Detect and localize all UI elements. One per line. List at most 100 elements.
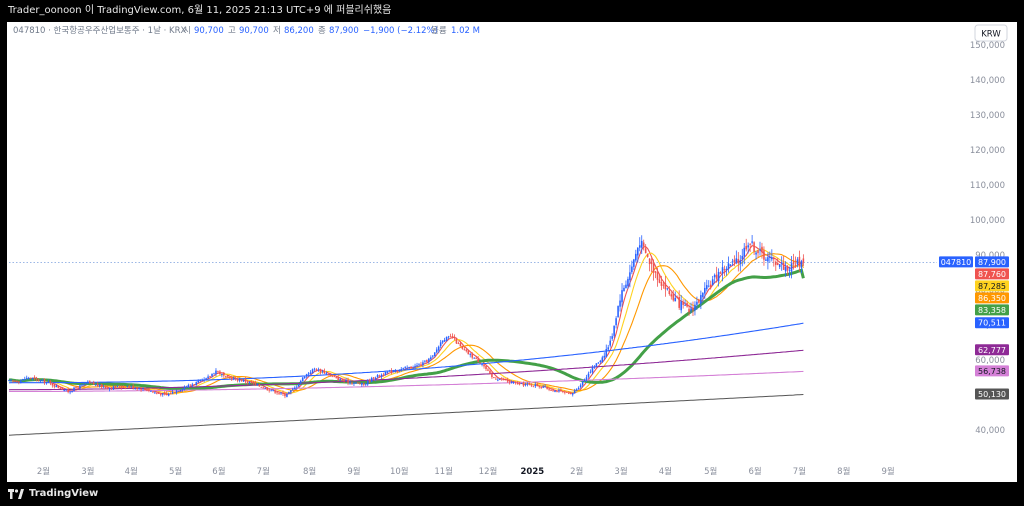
candle-body xyxy=(715,274,718,279)
candle-body xyxy=(601,357,604,363)
candle-body xyxy=(171,392,174,394)
candle-body xyxy=(627,278,629,287)
candle-body xyxy=(447,336,450,338)
candle-body xyxy=(733,259,736,262)
x-tick-label: 6월 xyxy=(748,466,761,477)
candle-body xyxy=(23,379,26,380)
candle-body xyxy=(297,384,300,387)
candle-body xyxy=(353,382,355,384)
candle-body xyxy=(676,297,679,299)
candle-body xyxy=(491,373,493,378)
candle-body xyxy=(140,389,142,390)
candle-body xyxy=(566,392,568,393)
candle-body xyxy=(782,263,785,270)
candle-body xyxy=(154,392,156,394)
price-label: 87,900 xyxy=(978,258,1006,267)
chart-panel[interactable]: 40,00050,00060,00070,00080,00090,000100,… xyxy=(7,22,1017,482)
candle-body xyxy=(759,249,761,251)
candle-body xyxy=(223,373,225,376)
candle-body xyxy=(745,245,748,250)
candle-body xyxy=(449,336,452,338)
candle-body xyxy=(278,392,280,394)
candle-body xyxy=(658,279,661,283)
candle-body xyxy=(276,392,278,394)
candle-body xyxy=(163,392,166,394)
candle-body xyxy=(400,369,403,370)
candle-body xyxy=(552,390,554,392)
candle-body xyxy=(731,261,734,263)
candle-body xyxy=(609,340,611,346)
candle-body xyxy=(370,377,373,382)
publish-text: Trader_oonoon 이 TradingView.com, 6월 11, … xyxy=(8,5,392,16)
candle-body xyxy=(364,383,367,385)
candle-body xyxy=(593,366,596,368)
candle-body xyxy=(238,379,241,381)
candle-body xyxy=(725,268,728,270)
candle-body xyxy=(161,393,164,395)
candle-body xyxy=(396,370,399,372)
y-tick-label: 120,000 xyxy=(970,146,1005,156)
candle-body xyxy=(698,299,700,303)
ma-5-line xyxy=(8,244,804,395)
candle-body xyxy=(524,384,527,386)
symbol-label: 047810 xyxy=(941,258,972,267)
candle-body xyxy=(177,390,180,392)
candle-body xyxy=(79,385,81,389)
candle-body xyxy=(569,393,572,395)
candle-body xyxy=(540,387,543,388)
x-tick-label: 3월 xyxy=(614,466,627,477)
candle-body xyxy=(335,377,338,379)
candle-body xyxy=(225,376,227,377)
candle-body xyxy=(461,345,464,349)
candle-body xyxy=(737,259,740,264)
candle-body xyxy=(568,393,570,395)
x-tick-label: 5월 xyxy=(704,466,717,477)
candle-body xyxy=(483,364,485,367)
tradingview-logo[interactable]: TradingView xyxy=(8,482,98,506)
candle-body xyxy=(290,390,292,393)
currency-button[interactable]: KRW xyxy=(974,24,1008,42)
candle-body xyxy=(497,379,499,381)
candle-body xyxy=(219,371,221,375)
candle-body xyxy=(303,376,306,379)
x-tick-label: 10월 xyxy=(390,466,409,477)
legend-change: −1,900 (−2.12%) xyxy=(363,26,438,36)
candle-body xyxy=(571,393,574,395)
candle-body xyxy=(83,383,85,385)
candle-body xyxy=(331,375,334,377)
candle-body xyxy=(77,387,79,389)
candle-body xyxy=(260,386,263,388)
candle-body xyxy=(37,379,40,381)
candle-body xyxy=(660,282,663,286)
candle-body xyxy=(368,380,371,382)
candle-body xyxy=(55,385,58,388)
candle-body xyxy=(280,392,282,394)
candle-body xyxy=(209,376,211,377)
price-label: 56,738 xyxy=(978,367,1006,376)
candle-body xyxy=(191,384,194,386)
candle-body xyxy=(422,362,424,366)
candle-body xyxy=(341,379,343,381)
candle-body xyxy=(179,389,182,392)
candle-body xyxy=(67,388,69,393)
candle-body xyxy=(197,380,200,383)
ma-10-line xyxy=(8,248,804,395)
x-tick-label: 4월 xyxy=(659,466,672,477)
candle-body xyxy=(445,337,448,341)
price-chart[interactable]: 40,00050,00060,00070,00080,00090,000100,… xyxy=(7,22,1017,482)
candle-body xyxy=(232,378,235,380)
legend-high-label: 고 xyxy=(228,26,236,36)
candle-body xyxy=(755,252,757,255)
candle-body xyxy=(299,380,302,384)
candle-body xyxy=(735,258,738,263)
candle-body xyxy=(126,386,129,387)
legend-volume-value: 1.02 M xyxy=(451,26,480,36)
candle-body xyxy=(652,263,655,273)
candle-body xyxy=(623,287,625,292)
candle-body xyxy=(435,349,438,353)
candle-body xyxy=(650,261,653,265)
candle-body xyxy=(769,256,771,258)
candle-body xyxy=(704,287,706,294)
x-tick-label: 7월 xyxy=(257,466,270,477)
candle-body xyxy=(118,386,121,388)
